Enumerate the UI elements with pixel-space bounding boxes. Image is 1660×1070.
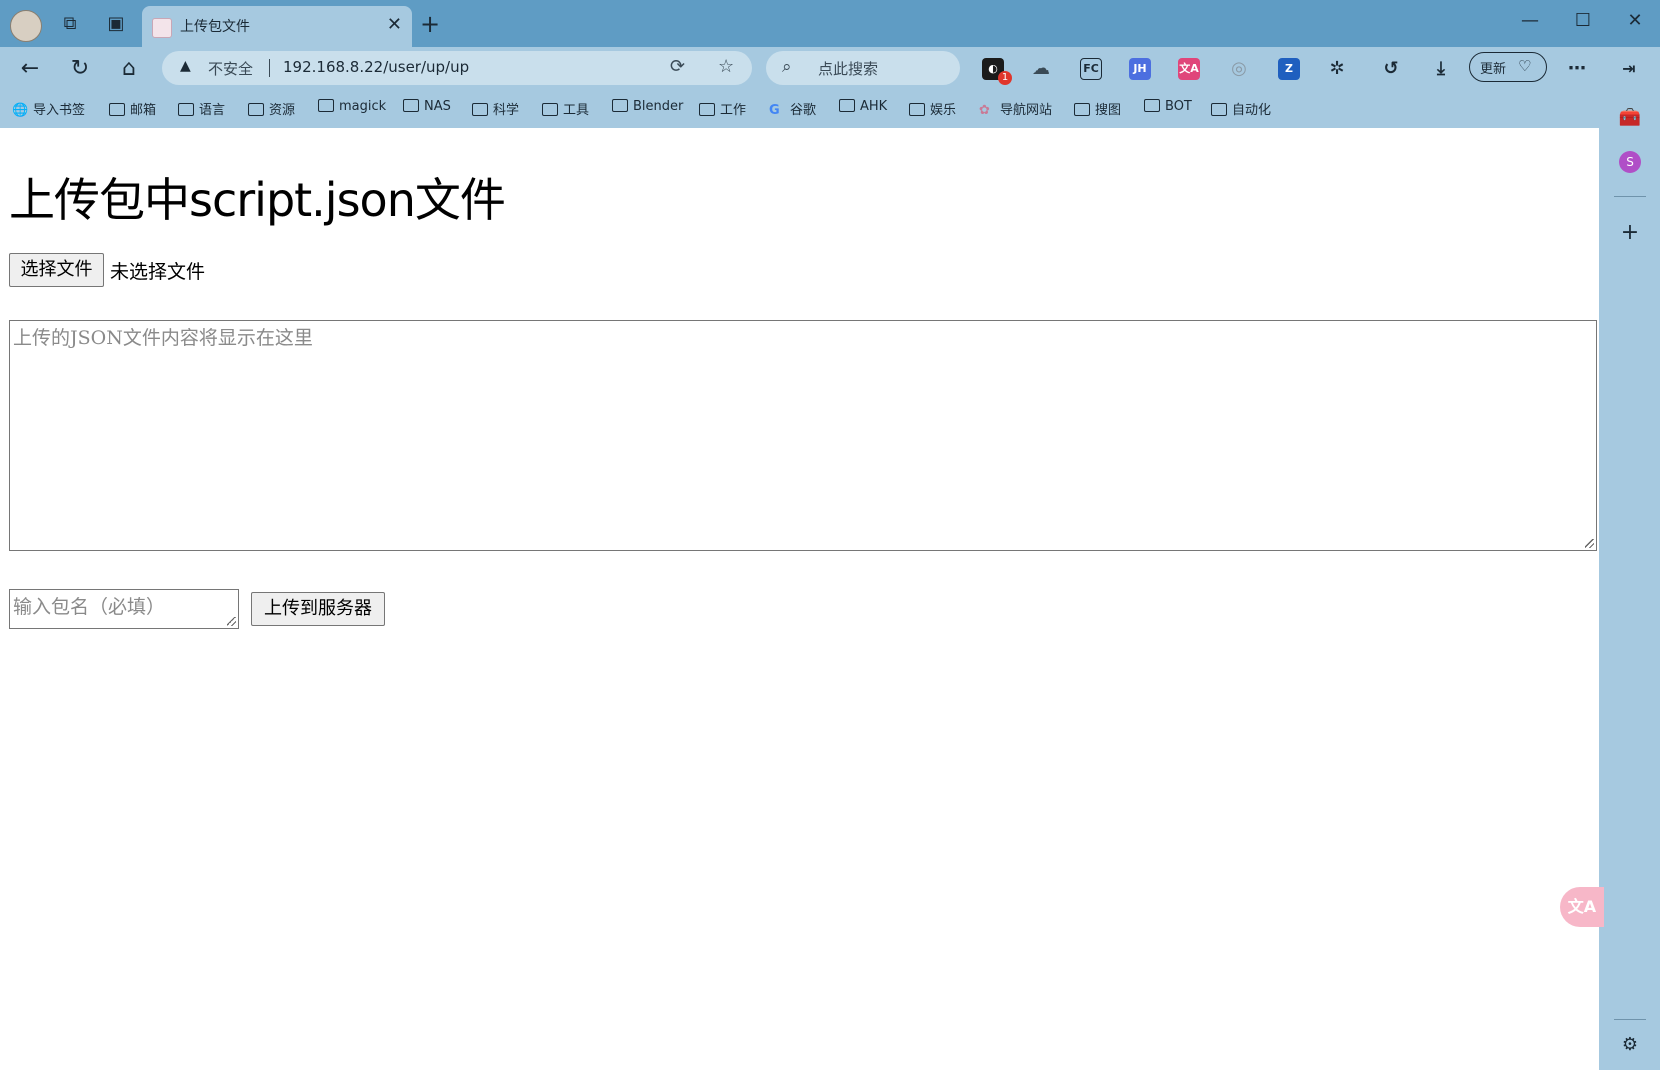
extension-badge: 1 xyxy=(998,71,1012,85)
workspaces-icon[interactable]: ⧉ xyxy=(58,12,82,36)
warning-icon[interactable]: ▲ xyxy=(180,58,191,74)
back-icon[interactable]: ← xyxy=(16,55,44,83)
page-title: 上传包中script.json文件 xyxy=(9,173,506,227)
bookmark-google[interactable]: G 谷歌 xyxy=(769,99,816,119)
tab-close-icon[interactable]: ✕ xyxy=(387,14,402,35)
resize-handle-icon[interactable] xyxy=(1585,539,1594,548)
folder-icon xyxy=(318,99,334,112)
json-placeholder: 上传的JSON文件内容将显示在这里 xyxy=(13,327,313,349)
package-name-placeholder: 输入包名（必填） xyxy=(13,596,166,618)
address-separator xyxy=(269,59,270,77)
bookmark-language[interactable]: 语言 xyxy=(178,99,225,119)
window-close-icon[interactable]: ✕ xyxy=(1620,10,1650,31)
sidebar-add-icon[interactable]: + xyxy=(1617,220,1643,246)
search-placeholder: 点此搜索 xyxy=(818,60,879,78)
folder-icon xyxy=(178,103,194,116)
favorite-star-icon[interactable]: ☆ xyxy=(718,56,734,77)
bookmark-ahk[interactable]: AHK xyxy=(839,99,887,119)
tab-title: 上传包文件 xyxy=(180,19,250,35)
refresh-icon[interactable]: ↻ xyxy=(66,55,94,83)
address-bar[interactable]: ▲ 不安全 192.168.8.22/user/up/up ⟳ ☆ xyxy=(162,51,752,85)
sidebar-settings-icon[interactable]: ⚙ xyxy=(1617,1032,1643,1058)
bookmark-resources[interactable]: 资源 xyxy=(248,99,295,119)
maximize-icon[interactable]: ☐ xyxy=(1568,10,1598,31)
folder-icon xyxy=(472,103,488,116)
vertical-tabs-icon[interactable]: ▣ xyxy=(104,12,128,36)
tab-active[interactable]: 上传包文件 ✕ xyxy=(142,6,412,47)
bookmark-tools[interactable]: 工具 xyxy=(542,99,589,119)
folder-icon xyxy=(909,103,925,116)
bookmark-blender[interactable]: Blender xyxy=(612,99,683,119)
title-bar: ⧉ ▣ 上传包文件 ✕ + — ☐ ✕ xyxy=(0,0,1660,47)
choose-file-button[interactable]: 选择文件 xyxy=(9,253,104,287)
cloud-icon[interactable]: ☁ xyxy=(1030,58,1052,80)
bookmark-magick[interactable]: magick xyxy=(318,99,386,119)
no-file-chosen-text: 未选择文件 xyxy=(110,261,206,283)
browser-toolbar: ← ↻ ⌂ ▲ 不安全 192.168.8.22/user/up/up ⟳ ☆ … xyxy=(0,47,1660,91)
folder-icon xyxy=(542,103,558,116)
bookmark-nas[interactable]: NAS xyxy=(403,99,451,119)
download-icon[interactable]: ⤓ xyxy=(1430,58,1452,80)
folder-icon xyxy=(109,103,125,116)
more-menu-icon[interactable]: ⋯ xyxy=(1566,58,1588,80)
sidebar-divider-bottom xyxy=(1614,1019,1646,1020)
z-extension-icon[interactable]: Z xyxy=(1278,58,1300,80)
package-name-input[interactable]: 输入包名（必填） xyxy=(9,589,239,629)
google-icon: G xyxy=(769,103,780,118)
folder-icon xyxy=(699,103,715,116)
url-text[interactable]: 192.168.8.22/user/up/up xyxy=(283,58,469,76)
skype-icon[interactable]: S xyxy=(1617,148,1643,174)
sidebar-divider xyxy=(1614,196,1646,197)
edge-sidebar: 🧰 S + ⚙ xyxy=(1599,91,1660,1070)
bookmarks-bar: 🌐 导入书签 邮箱 语言 资源 magick NAS 科学 工具 Blender … xyxy=(0,91,1599,129)
folder-icon xyxy=(1074,103,1090,116)
bookmark-mail[interactable]: 邮箱 xyxy=(109,99,156,119)
sidebar-toggle-icon[interactable]: ⇥ xyxy=(1618,58,1640,80)
home-icon[interactable]: ⌂ xyxy=(115,55,143,83)
search-icon: ⌕ xyxy=(782,57,792,77)
folder-icon xyxy=(1211,103,1227,116)
folder-icon xyxy=(612,99,628,112)
minimize-icon[interactable]: — xyxy=(1515,10,1545,31)
bookmark-import[interactable]: 🌐 导入书签 xyxy=(12,99,85,119)
update-button[interactable]: 更新 ♡ xyxy=(1469,52,1547,82)
page-content: 上传包中script.json文件 选择文件 未选择文件 上传的JSON文件内容… xyxy=(0,128,1599,1070)
bookmark-bot[interactable]: BOT xyxy=(1144,99,1192,119)
tab-favicon xyxy=(152,18,172,38)
history-icon[interactable]: ↺ xyxy=(1380,58,1402,80)
jh-extension-icon[interactable]: JH xyxy=(1129,58,1151,80)
bookmark-science[interactable]: 科学 xyxy=(472,99,519,119)
heartbeat-icon: ♡ xyxy=(1518,57,1532,75)
extensions-puzzle-icon[interactable]: ✲ xyxy=(1326,58,1348,80)
bookmark-nav-sites[interactable]: ✿ 导航网站 xyxy=(979,99,1052,119)
globe-icon: 🌐 xyxy=(12,103,29,118)
bookmark-image-search[interactable]: 搜图 xyxy=(1074,99,1121,119)
circle-extension-icon[interactable]: ◎ xyxy=(1228,58,1250,80)
translate-extension-icon[interactable]: 文A xyxy=(1178,58,1200,80)
floating-translate-icon[interactable]: 文A xyxy=(1560,887,1604,927)
update-label: 更新 xyxy=(1480,62,1507,77)
profile-avatar[interactable] xyxy=(10,10,42,42)
resize-handle-icon[interactable] xyxy=(227,617,236,626)
upload-to-server-button[interactable]: 上传到服务器 xyxy=(251,592,385,626)
toolbox-icon[interactable]: 🧰 xyxy=(1617,105,1643,131)
folder-icon xyxy=(839,99,855,112)
bookmark-work[interactable]: 工作 xyxy=(699,99,746,119)
search-box[interactable]: ⌕ 点此搜索 xyxy=(766,51,960,85)
security-label[interactable]: 不安全 xyxy=(208,58,253,79)
bookmark-entertainment[interactable]: 娱乐 xyxy=(909,99,956,119)
fc-extension-icon[interactable]: FC xyxy=(1080,58,1102,80)
json-content-textarea[interactable]: 上传的JSON文件内容将显示在这里 xyxy=(9,320,1597,551)
folder-icon xyxy=(248,103,264,116)
bookmark-automation[interactable]: 自动化 xyxy=(1211,99,1271,119)
site-icon: ✿ xyxy=(979,103,990,118)
folder-icon xyxy=(1144,99,1160,112)
read-aloud-icon[interactable]: ⟳ xyxy=(670,56,685,77)
new-tab-icon[interactable]: + xyxy=(420,10,440,38)
folder-icon xyxy=(403,99,419,112)
